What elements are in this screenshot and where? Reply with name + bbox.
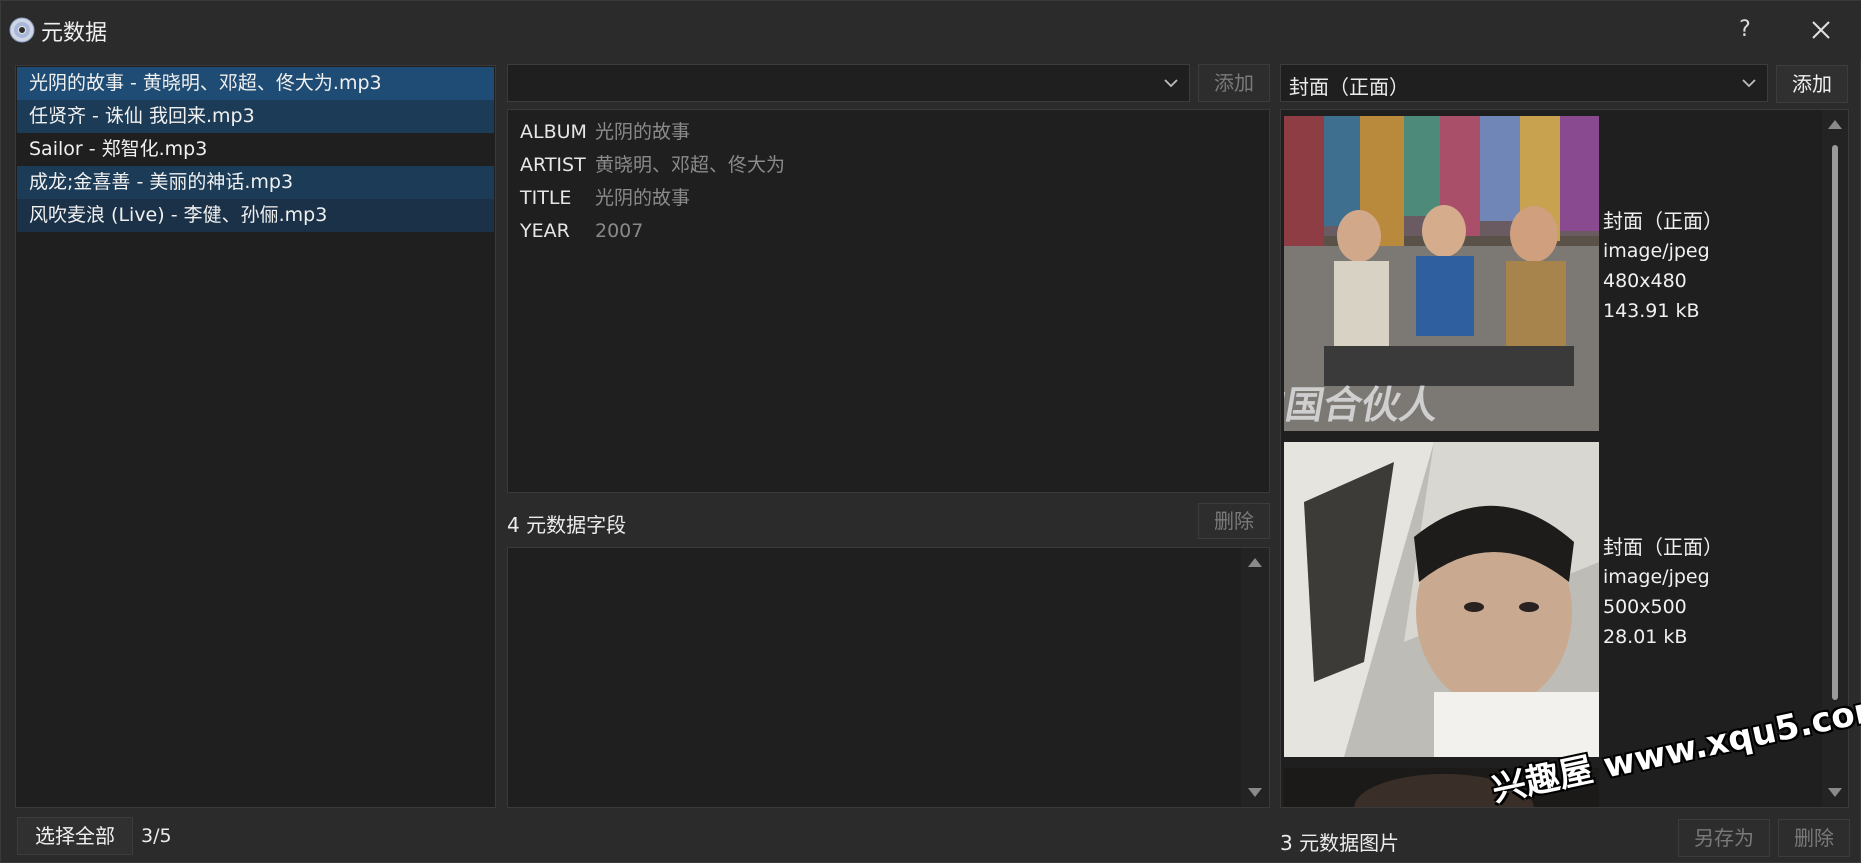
field-value: 光阴的故事 <box>595 121 691 143</box>
image-mime: image/jpeg <box>1603 240 1710 262</box>
image-type: 封面（正面） <box>1603 535 1723 559</box>
image-mime: image/jpeg <box>1603 566 1710 588</box>
image-dimensions: 480x480 <box>1603 270 1687 292</box>
field-value: 2007 <box>595 220 644 242</box>
field-value: 黄晓明、邓超、佟大为 <box>595 154 786 176</box>
help-button[interactable]: ? <box>1725 11 1765 49</box>
selection-count: 3/5 <box>141 825 172 847</box>
delete-image-button[interactable]: 删除 <box>1778 819 1850 857</box>
field-row[interactable]: TITLE 光阴的故事 <box>508 182 1269 215</box>
delete-field-button[interactable]: 删除 <box>1198 503 1270 539</box>
scrollbar-thumb[interactable] <box>1832 145 1838 700</box>
scroll-up-icon[interactable] <box>1248 558 1262 567</box>
field-value: 光阴的故事 <box>595 187 691 209</box>
metadata-fields-list[interactable]: ALBUM 光阴的故事 ARTIST 黄晓明、邓超、佟大为 TITLE 光阴的故… <box>507 109 1270 493</box>
file-list-item[interactable]: Sailor - 郑智化.mp3 <box>17 133 494 166</box>
field-key: ARTIST <box>520 154 586 176</box>
field-row[interactable]: ALBUM 光阴的故事 <box>508 116 1269 149</box>
metadata-dialog: 元数据 ? 光阴的故事 - 黄晓明、邓超、佟大为.mp3 任贤齐 - 诛仙 我回… <box>0 0 1861 863</box>
field-value-editor[interactable] <box>507 547 1270 808</box>
image-type-combo[interactable]: 封面（正面） <box>1280 64 1768 102</box>
file-list-item[interactable]: 光阴的故事 - 黄晓明、邓超、佟大为.mp3 <box>17 67 494 100</box>
scroll-down-icon[interactable] <box>1828 788 1842 797</box>
image-filesize: 28.01 kB <box>1603 626 1688 648</box>
image-info: 封面（正面） image/jpeg 480x480 143.91 kB <box>1603 206 1723 326</box>
field-row[interactable]: ARTIST 黄晓明、邓超、佟大为 <box>508 149 1269 182</box>
window-title: 元数据 <box>41 21 108 46</box>
field-key: YEAR <box>520 220 570 242</box>
svg-text:中国合伙人: 中国合伙人 <box>1284 383 1443 428</box>
image-dimensions: 500x500 <box>1603 596 1687 618</box>
file-list-item[interactable]: 任贤齐 - 诛仙 我回来.mp3 <box>17 100 494 133</box>
image-type-combo-value: 封面（正面） <box>1289 75 1409 99</box>
add-field-button[interactable]: 添加 <box>1198 64 1270 102</box>
title-bar: 元数据 ? <box>1 1 1861 59</box>
album-cover-image[interactable] <box>1284 442 1599 757</box>
scroll-down-icon[interactable] <box>1248 788 1262 797</box>
image-info: 封面（正面） image/jpeg 500x500 28.01 kB <box>1603 532 1723 652</box>
file-list-item[interactable]: 成龙;金喜善 - 美丽的神话.mp3 <box>17 166 494 199</box>
image-filesize: 143.91 kB <box>1603 300 1700 322</box>
field-key: TITLE <box>520 187 572 209</box>
scroll-up-icon[interactable] <box>1828 120 1842 129</box>
image-type: 封面（正面） <box>1603 209 1723 233</box>
select-all-button[interactable]: 选择全部 <box>17 817 133 855</box>
file-list[interactable]: 光阴的故事 - 黄晓明、邓超、佟大为.mp3 任贤齐 - 诛仙 我回来.mp3 … <box>15 65 496 808</box>
chevron-down-icon <box>1742 79 1756 88</box>
cd-disc-icon <box>9 17 35 43</box>
field-name-combo[interactable] <box>507 64 1190 102</box>
field-key: ALBUM <box>520 121 587 143</box>
chevron-down-icon <box>1164 79 1178 88</box>
images-count: 3 元数据图片 <box>1280 831 1400 855</box>
vertical-scrollbar[interactable] <box>1241 548 1269 807</box>
field-row[interactable]: YEAR 2007 <box>508 215 1269 248</box>
add-image-button[interactable]: 添加 <box>1776 65 1848 103</box>
file-list-item[interactable]: 风吹麦浪 (Live) - 李健、孙俪.mp3 <box>17 199 494 232</box>
fields-count: 4 元数据字段 <box>507 513 627 537</box>
save-as-button[interactable]: 另存为 <box>1678 819 1770 857</box>
album-cover-image[interactable]: 中国合伙人 <box>1284 116 1599 431</box>
close-icon[interactable] <box>1801 11 1841 49</box>
